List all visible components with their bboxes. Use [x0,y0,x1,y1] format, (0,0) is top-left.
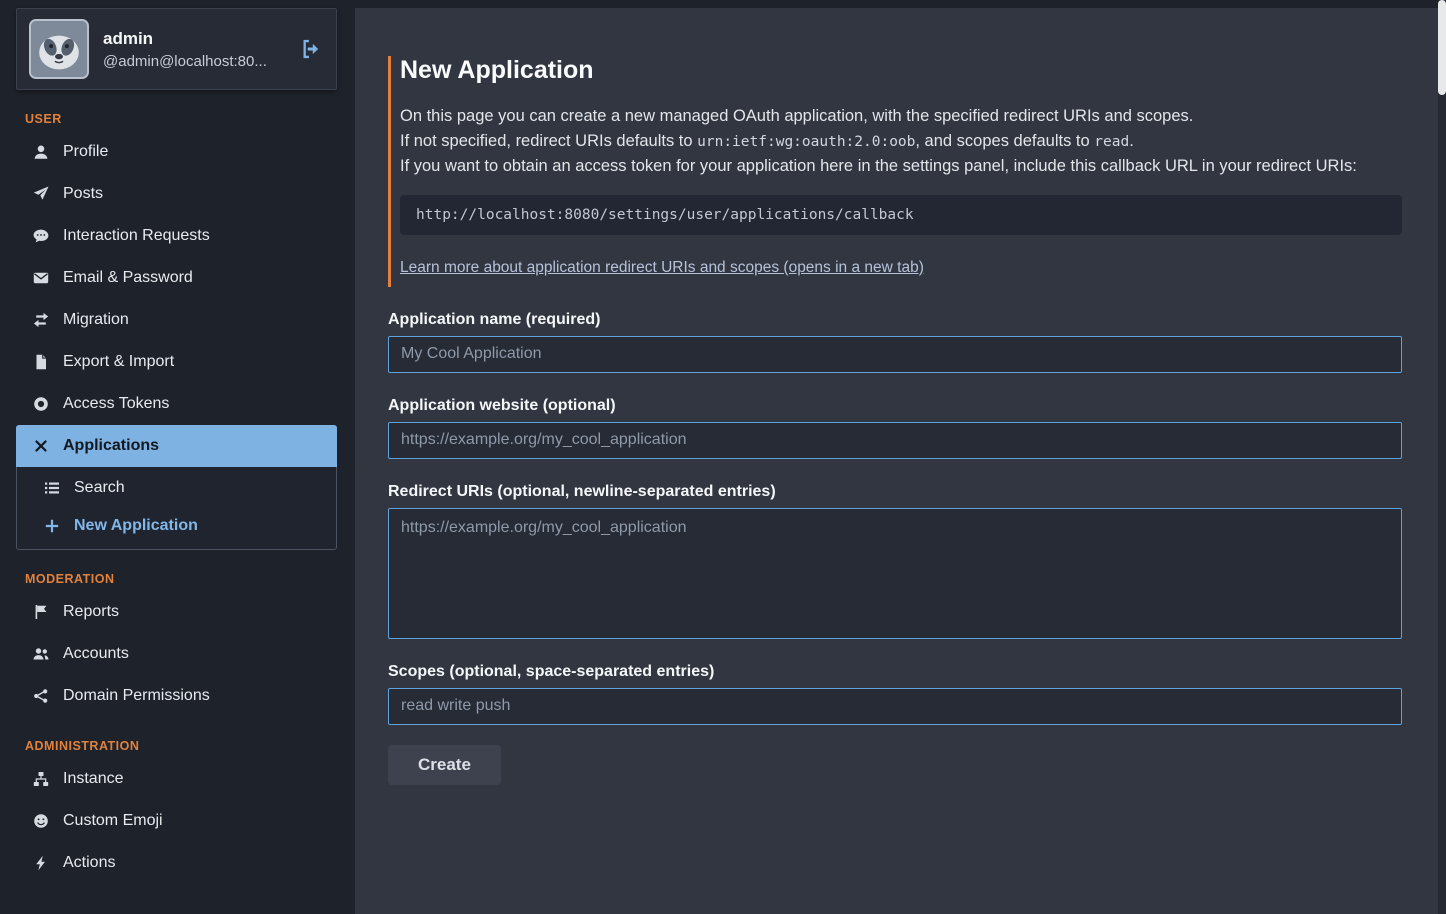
new-application-form: Application name (required) Application … [388,311,1402,785]
comment-dots-icon [32,228,50,244]
sidebar-section-user: USER Profile Posts [16,112,337,550]
applications-submenu: Search New Application [17,467,336,549]
callback-url: http://localhost:8080/settings/user/appl… [416,207,914,223]
sitemap-icon [32,771,50,787]
learn-more-row: Learn more about application redirect UR… [400,259,1402,287]
scopes-field: Scopes (optional, space-separated entrie… [388,663,1402,725]
sidebar-item-label: Domain Permissions [63,687,210,705]
sidebar-item-label: Access Tokens [63,395,169,413]
text-segment: , and scopes defaults to [915,132,1094,150]
sidebar-item-label: Migration [63,311,129,329]
sidebar-item-label: Profile [63,143,108,161]
intro-line-3: If you want to obtain an access token fo… [400,154,1402,179]
intro-line-1: On this page you can create a new manage… [400,104,1402,129]
sidebar-item-label: Actions [63,854,115,872]
redirect-uris-textarea[interactable] [388,508,1402,639]
application-name-field: Application name (required) [388,311,1402,373]
sidebar-item-instance[interactable]: Instance [16,758,337,800]
application-website-input[interactable] [388,422,1402,459]
sidebar-item-label: Interaction Requests [63,227,210,245]
sidebar-item-accounts[interactable]: Accounts [16,633,337,675]
section-title: MODERATION [25,572,337,586]
application-website-label: Application website (optional) [388,397,1402,415]
create-button[interactable]: Create [388,745,501,785]
sidebar-item-export-import[interactable]: Export & Import [16,341,337,383]
sidebar-item-label: Applications [63,437,159,455]
sidebar-item-posts[interactable]: Posts [16,173,337,215]
sidebar-item-actions[interactable]: Actions [16,842,337,884]
scopes-input[interactable] [388,688,1402,725]
sidebar-item-label: Email & Password [63,269,193,287]
text-segment: If not specified, redirect URIs defaults… [400,132,697,150]
sidebar-item-label: Export & Import [63,353,174,371]
applications-group: Applications Search [16,425,337,550]
file-export-icon [32,354,50,370]
inline-code: read [1094,134,1129,150]
user-name: admin [103,29,284,49]
list-icon [43,480,61,496]
sidebar-item-label: Accounts [63,645,129,663]
arrows-right-left-icon [32,312,50,328]
bolt-icon [32,855,50,871]
sidebar-item-interaction-requests[interactable]: Interaction Requests [16,215,337,257]
text-segment: . [1129,132,1134,150]
envelope-icon [32,270,50,286]
sidebar-section-moderation: MODERATION Reports Accounts [16,572,337,717]
intro-line-2: If not specified, redirect URIs defaults… [400,129,1402,155]
sidebar-item-label: Posts [63,185,103,203]
sidebar-item-access-tokens[interactable]: Access Tokens [16,383,337,425]
sidebar: admin @admin@localhost:80... USER Profil… [0,0,355,914]
main-content: New Application On this page you can cre… [355,8,1438,914]
sidebar-section-administration: ADMINISTRATION Instance [16,739,337,884]
tools-icon [32,438,50,454]
application-name-label: Application name (required) [388,311,1402,329]
callback-url-code-block: http://localhost:8080/settings/user/appl… [400,195,1402,235]
sidebar-item-applications[interactable]: Applications [16,425,337,467]
inline-code: urn:ietf:wg:oauth:2.0:oob [697,134,915,150]
sidebar-item-label: Instance [63,770,123,788]
user-info: admin @admin@localhost:80... [103,29,284,70]
application-name-input[interactable] [388,336,1402,373]
redirect-uris-field: Redirect URIs (optional, newline-separat… [388,483,1402,639]
logout-icon[interactable] [298,38,324,60]
sidebar-item-migration[interactable]: Migration [16,299,337,341]
user-card[interactable]: admin @admin@localhost:80... [16,8,337,90]
scopes-label: Scopes (optional, space-separated entrie… [388,663,1402,681]
avatar [29,19,89,79]
sidebar-item-profile[interactable]: Profile [16,131,337,173]
page-header: New Application On this page you can cre… [388,56,1402,287]
sidebar-item-label: Reports [63,603,119,621]
sidebar-item-new-application[interactable]: New Application [17,507,336,545]
sidebar-item-domain-permissions[interactable]: Domain Permissions [16,675,337,717]
sidebar-item-label: Search [74,479,125,497]
sidebar-item-applications-search[interactable]: Search [17,469,336,507]
scrollbar-thumb[interactable] [1438,0,1446,95]
sidebar-item-label: Custom Emoji [63,812,163,830]
flag-icon [32,604,50,620]
redirect-uris-label: Redirect URIs (optional, newline-separat… [388,483,1402,501]
page-title: New Application [400,56,1402,85]
user-handle: @admin@localhost:80... [103,53,284,70]
smile-icon [32,813,50,829]
app-root: admin @admin@localhost:80... USER Profil… [0,0,1446,914]
section-title: ADMINISTRATION [25,739,337,753]
sidebar-item-custom-emoji[interactable]: Custom Emoji [16,800,337,842]
section-title: USER [25,112,337,126]
page-scrollbar[interactable] [1438,0,1446,914]
paper-plane-icon [32,186,50,202]
plus-icon [43,518,61,534]
user-icon [32,144,50,160]
sidebar-item-email-password[interactable]: Email & Password [16,257,337,299]
token-icon [32,396,50,412]
users-icon [32,646,50,662]
share-nodes-icon [32,688,50,704]
learn-more-link[interactable]: Learn more about application redirect UR… [400,259,924,276]
application-website-field: Application website (optional) [388,397,1402,459]
sidebar-item-label: New Application [74,517,198,535]
sidebar-item-reports[interactable]: Reports [16,591,337,633]
